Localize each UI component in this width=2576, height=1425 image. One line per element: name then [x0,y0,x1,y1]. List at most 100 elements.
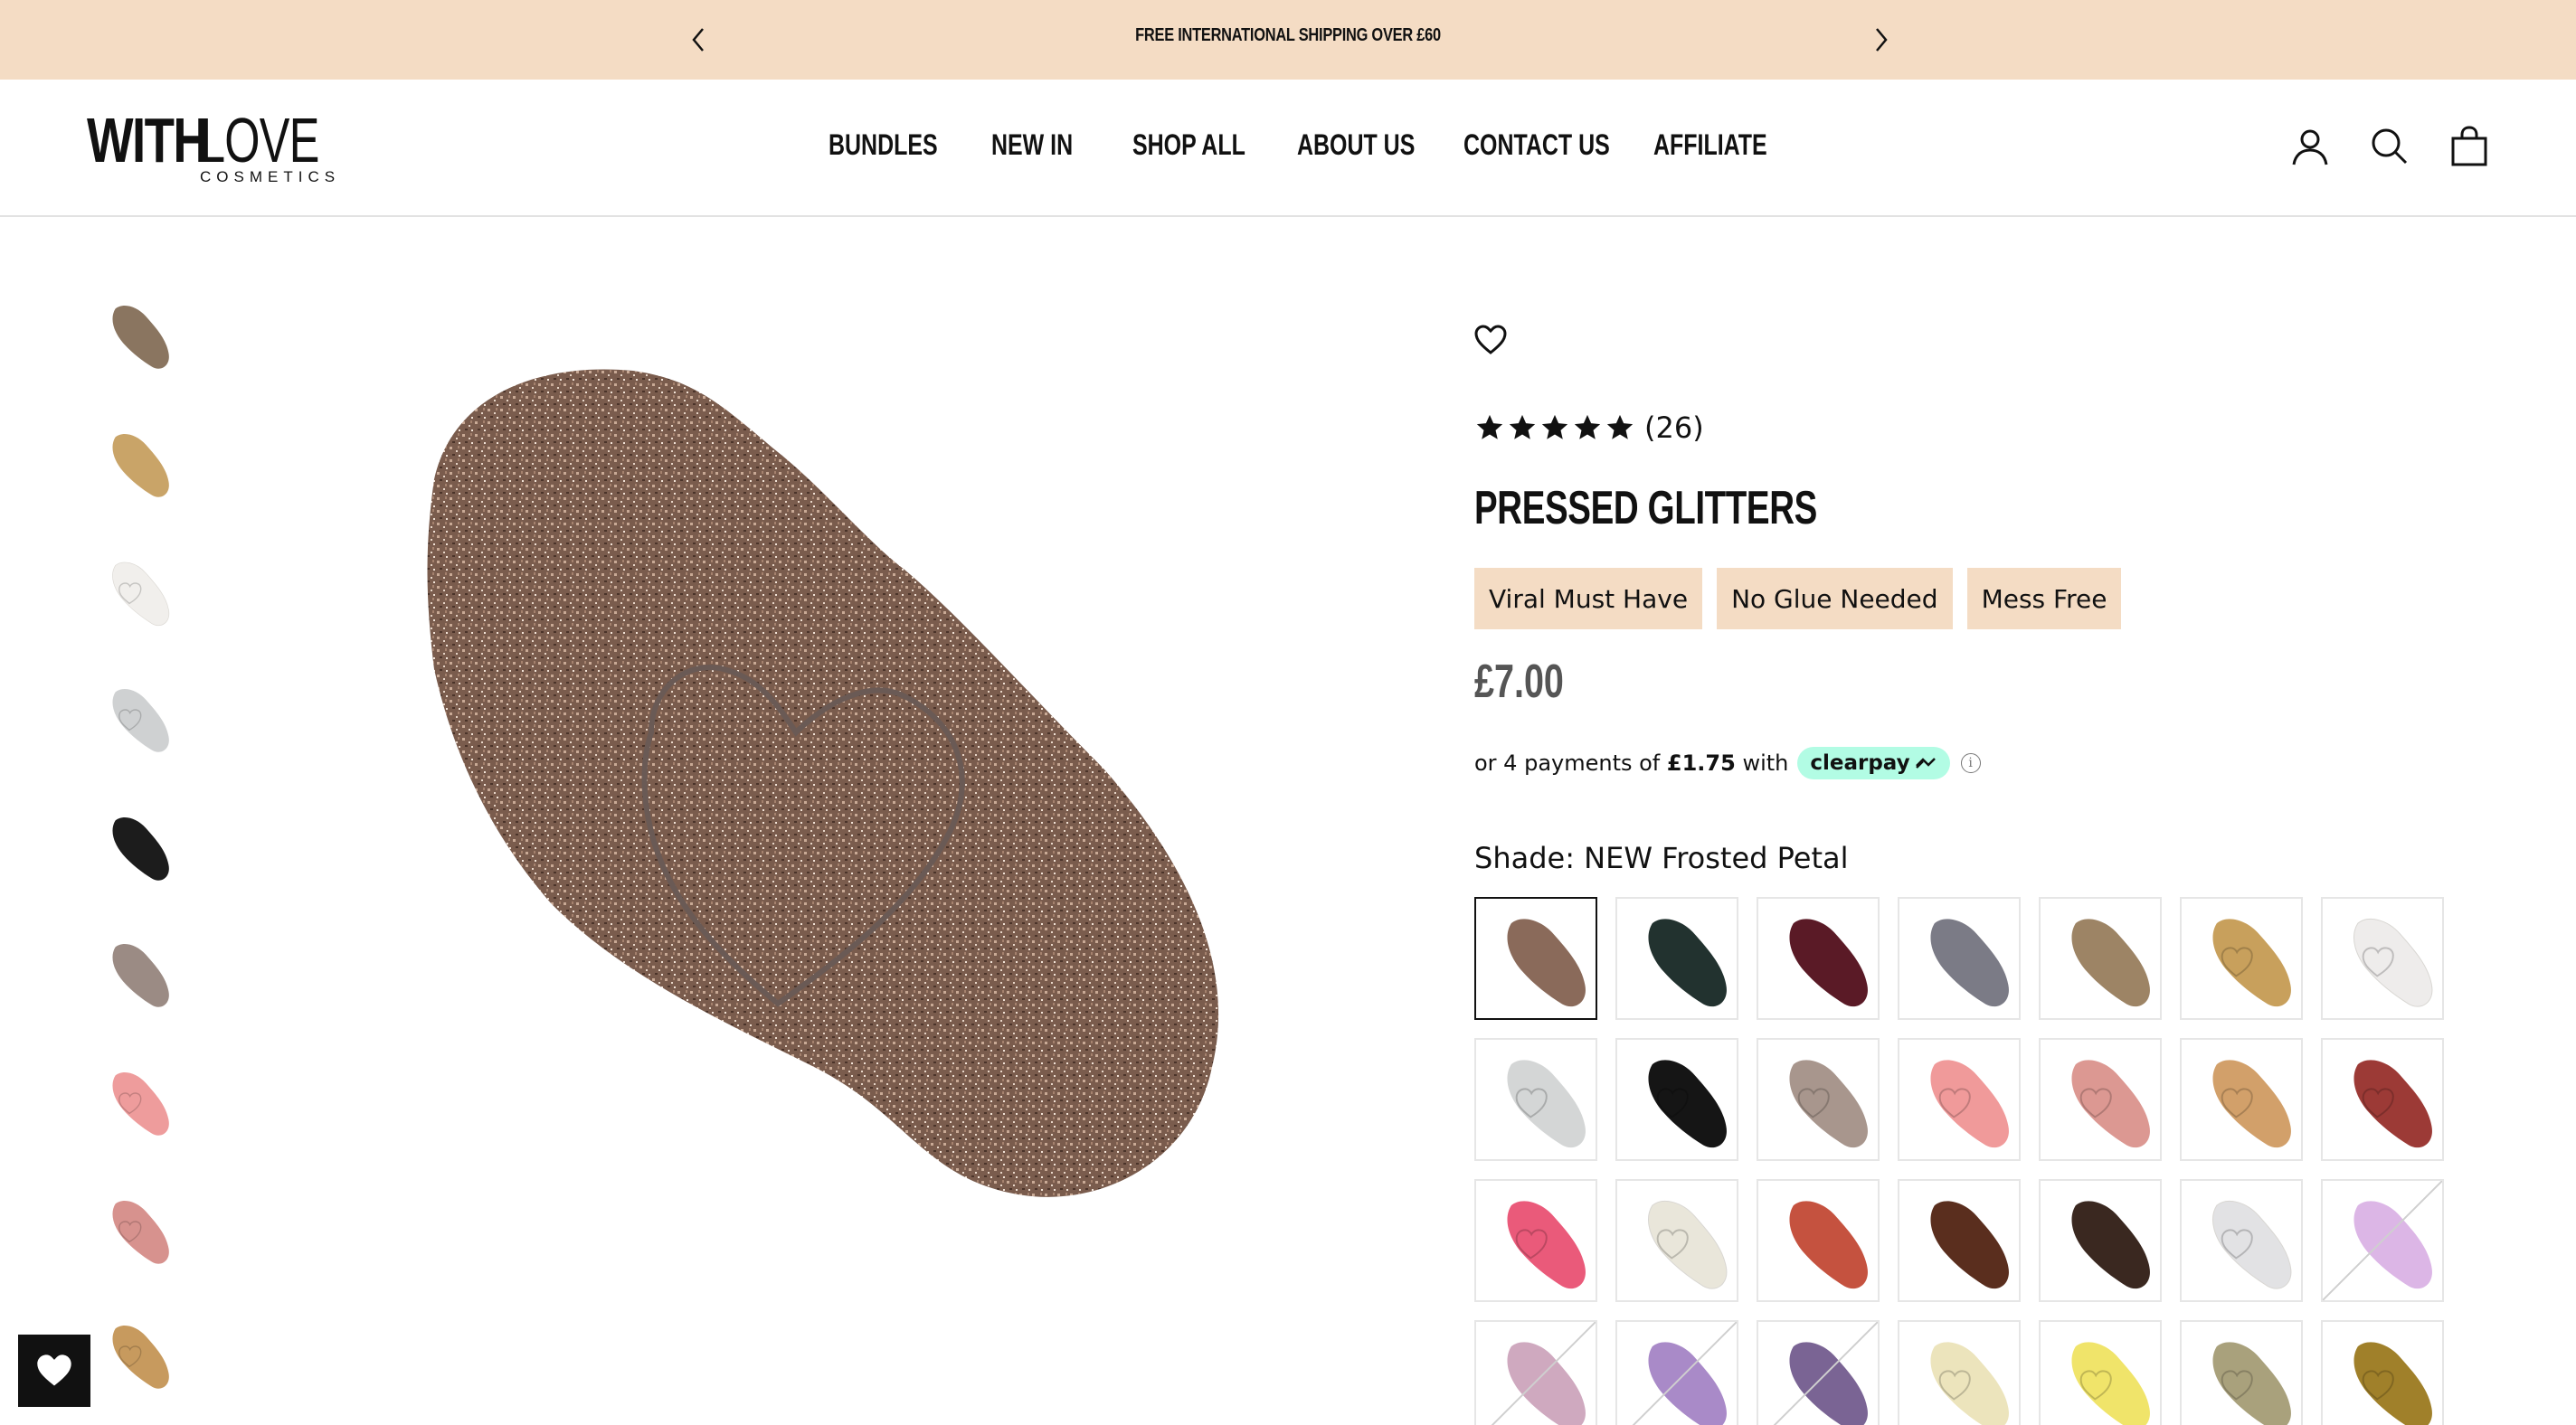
heart-filled-icon [37,1354,71,1386]
shade-swatch-5[interactable] [2039,897,2162,1020]
thumbnail-9[interactable] [98,1309,174,1409]
nav-about-us[interactable]: ABOUT US [1297,128,1415,162]
shade-swatch-image [2353,1342,2432,1425]
shade-swatch-image [1930,1201,2009,1289]
site-header: WITH LOVE COSMETICS BUNDLES NEW IN SHOP … [0,80,2576,217]
installment-amount: £1.75 [1666,750,1736,776]
shade-swatch-image [2353,919,2433,1007]
thumbnail-8[interactable] [98,1184,174,1284]
nav-affiliate[interactable]: AFFILIATE [1653,128,1767,162]
product-rating[interactable]: (26) [1474,411,1704,445]
thumbnail-swatch-image [112,816,169,881]
shade-swatch-image [1789,919,1868,1007]
shade-swatch-15[interactable] [1474,1179,1597,1302]
search-icon [2372,128,2408,165]
thumbnail-7[interactable] [98,1056,174,1156]
tag-viral-must-have: Viral Must Have [1474,568,1703,629]
shade-label: Shade: NEW Frosted Petal [1474,841,1849,875]
shade-swatch-22[interactable] [1474,1320,1597,1425]
shade-swatch-10[interactable] [1757,1038,1880,1161]
shade-swatch-image [2071,919,2150,1007]
clearpay-badge[interactable]: clearpay [1797,747,1950,779]
chevron-right-icon [1876,28,1888,52]
glitter-swatch-image [427,369,1219,1197]
shade-swatch-28[interactable] [2321,1320,2444,1425]
shade-swatch-23[interactable] [1615,1320,1738,1425]
shade-swatch-image [1632,1322,1737,1425]
thumbnail-swatch-image [112,305,169,369]
bag-icon [2451,126,2487,166]
thumbnail-5[interactable] [98,801,174,901]
wishlist-button[interactable] [1473,322,1509,358]
shade-swatch-11[interactable] [1898,1038,2021,1161]
thumbnail-swatch-image [112,562,170,627]
shade-swatch-4[interactable] [1898,897,2021,1020]
site-logo[interactable]: WITH LOVE COSMETICS [87,105,335,190]
shade-swatch-image [1648,1060,1727,1148]
thumbnail-6[interactable] [98,928,174,1027]
shade-swatch-20[interactable] [2180,1179,2303,1302]
announcement-next-button[interactable] [1861,20,1901,60]
shade-swatch-19[interactable] [2039,1179,2162,1302]
favourites-button[interactable] [18,1335,90,1407]
shade-swatch-1[interactable] [1474,897,1597,1020]
shade-swatch-17[interactable] [1757,1179,1880,1302]
logo-word-love: LOVE [200,105,319,175]
nav-contact-us[interactable]: CONTACT US [1463,128,1610,162]
shade-swatch-image [1648,919,1727,1007]
thumbnail-swatch-image [112,943,169,1007]
shade-swatch-image [1491,1322,1596,1425]
main-product-image[interactable] [398,344,1266,1230]
shade-swatch-8[interactable] [1474,1038,1597,1161]
star-icon [1606,414,1634,439]
shade-swatch-25[interactable] [1898,1320,2021,1425]
shade-swatch-9[interactable] [1615,1038,1738,1161]
thumbnail-2[interactable] [98,418,174,517]
shade-swatch-7[interactable] [2321,897,2444,1020]
shade-swatch-14[interactable] [2321,1038,2444,1161]
logo-subtitle: COSMETICS [200,168,341,185]
shade-swatch-2[interactable] [1615,897,1738,1020]
shade-swatch-image [2212,919,2291,1007]
star-icon [1509,414,1536,439]
shade-swatch-16[interactable] [1615,1179,1738,1302]
shade-swatch-18[interactable] [1898,1179,2021,1302]
heart-outline-icon [1474,325,1507,354]
nav-shop-all[interactable]: SHOP ALL [1132,128,1245,162]
shade-swatch-image [2323,1181,2442,1300]
shade-swatch-13[interactable] [2180,1038,2303,1161]
shade-swatch-27[interactable] [2180,1320,2303,1425]
account-icon [2292,129,2328,165]
nav-new-in[interactable]: NEW IN [991,128,1073,162]
shade-swatch-image [2071,1342,2150,1425]
shade-swatch-image [2212,1201,2292,1289]
thumbnail-4[interactable] [98,673,174,772]
tag-mess-free: Mess Free [1966,568,2122,629]
star-icon [1574,414,1601,439]
shade-swatch-image [1789,1201,1868,1289]
shade-swatch-26[interactable] [2039,1320,2162,1425]
shade-swatch-image [1507,1060,1586,1148]
thumbnail-swatch-image [112,433,169,497]
announcement-message: FREE INTERNATIONAL SHIPPING OVER £60 [1135,25,1441,45]
shade-swatch-24[interactable] [1757,1320,1880,1425]
cart-button[interactable] [2448,125,2491,168]
thumbnail-1[interactable] [98,289,174,389]
search-button[interactable] [2368,125,2411,168]
rating-stars [1474,412,1635,443]
shade-swatch-21[interactable] [2321,1179,2444,1302]
shade-swatch-12[interactable] [2039,1038,2162,1161]
nav-bundles[interactable]: BUNDLES [829,128,938,162]
shade-swatch-3[interactable] [1757,897,1880,1020]
account-button[interactable] [2288,125,2332,168]
shade-swatch-grid [1474,897,2444,1425]
thumbnail-3[interactable] [98,546,174,646]
logo-word-with: WITH [87,105,209,175]
shade-swatch-image [2353,1060,2432,1148]
announcement-bar: FREE INTERNATIONAL SHIPPING OVER £60 [0,0,2576,80]
shade-swatch-image [1507,1201,1586,1289]
star-icon [1476,414,1503,439]
product-tags: Viral Must Have No Glue Needed Mess Free [1474,568,2122,629]
shade-swatch-6[interactable] [2180,897,2303,1020]
info-icon[interactable]: i [1960,753,1981,773]
